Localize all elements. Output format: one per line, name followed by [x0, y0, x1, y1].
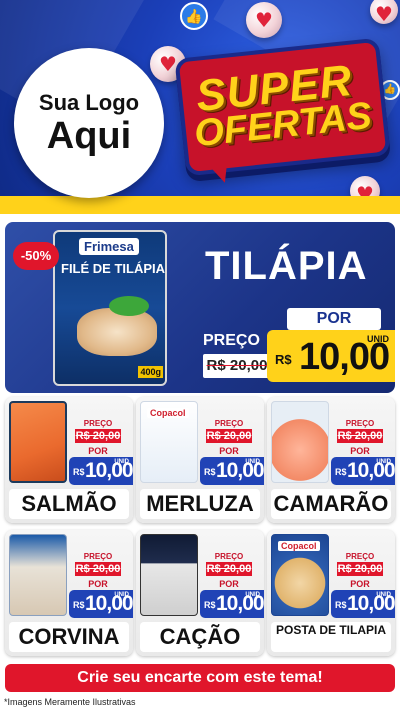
por-label: POR	[350, 446, 370, 456]
unit: UNID	[376, 459, 391, 465]
featured-currency: R$	[275, 352, 292, 367]
price-label: PREÇO	[83, 419, 113, 428]
unit: UNID	[114, 592, 129, 598]
new-price-block: R$ 10,00 UNID	[200, 457, 264, 485]
price-label: PREÇO	[214, 419, 244, 428]
currency: R$	[73, 467, 85, 477]
product-card-merluza[interactable]: Copacol PREÇO R$ 20,00 POR R$ 10,00 UNID…	[136, 397, 264, 523]
product-image: Copacol	[140, 401, 198, 483]
package-weight: 400g	[138, 366, 163, 378]
heart-icon	[246, 2, 282, 38]
product-card-corvina[interactable]: PREÇO R$ 20,00 POR R$ 10,00 UNID CORVINA	[5, 530, 133, 656]
yellow-band	[0, 196, 400, 214]
por-label: POR	[350, 579, 370, 589]
featured-price-label: PREÇO	[203, 332, 260, 349]
old-price: R$ 20,00	[206, 562, 252, 576]
product-card-salmao[interactable]: PREÇO R$ 20,00 POR R$ 10,00 UNID SALMÃO	[5, 397, 133, 523]
new-price-block: R$ 10,00 UNID	[69, 590, 133, 618]
featured-product-card[interactable]: Frimesa FILÉ DE TILÁPIA 400g -50% TILÁPI…	[5, 222, 395, 393]
old-price: R$ 20,00	[206, 429, 252, 443]
product-name: MERLUZA	[140, 489, 260, 519]
heart-icon	[370, 0, 398, 24]
unit: UNID	[245, 592, 260, 598]
featured-por-label: POR	[287, 308, 381, 330]
currency: R$	[335, 467, 347, 477]
product-image	[271, 401, 329, 483]
old-price: R$ 20,00	[337, 429, 383, 443]
price-label: PREÇO	[345, 419, 375, 428]
logo-line1: Sua Logo	[38, 90, 140, 115]
old-price: R$ 20,00	[75, 429, 121, 443]
product-name: POSTA DE TILAPIA	[271, 622, 391, 652]
featured-old-price: R$ 20,00	[203, 354, 271, 378]
store-logo-placeholder: Sua Logo Aqui	[14, 48, 164, 198]
create-flyer-button[interactable]: Crie seu encarte com este tema!	[5, 664, 395, 692]
price-label: PREÇO	[83, 552, 113, 561]
featured-new-price-block: R$ 10,00 UNID	[267, 330, 395, 382]
featured-old-price-block: PREÇO R$ 20,00	[201, 332, 273, 382]
discount-badge: -50%	[13, 242, 59, 270]
product-name: CORVINA	[9, 622, 129, 652]
product-name: CAMARÃO	[271, 489, 391, 519]
featured-product-name: TILÁPIA	[205, 244, 368, 288]
garnish-image	[109, 296, 149, 316]
price-label: PREÇO	[214, 552, 244, 561]
package-title: FILÉ DE TILÁPIA	[61, 261, 165, 276]
fish-fillet-image	[77, 308, 157, 356]
product-card-camarao[interactable]: PREÇO R$ 20,00 POR R$ 10,00 UNID CAMARÃO	[267, 397, 395, 523]
disclaimer-text: *Imagens Meramente Ilustrativas	[4, 697, 136, 707]
product-card-cacao[interactable]: PREÇO R$ 20,00 POR R$ 10,00 UNID CAÇÃO	[136, 530, 264, 656]
product-image	[140, 534, 198, 616]
price-label: PREÇO	[345, 552, 375, 561]
featured-unit: UNID	[367, 334, 389, 344]
old-price: R$ 20,00	[75, 562, 121, 576]
product-image	[9, 401, 67, 483]
logo-line2: Aqui	[46, 115, 132, 157]
product-brand: Copacol	[147, 408, 189, 418]
unit: UNID	[376, 592, 391, 598]
new-price-block: R$ 10,00 UNID	[331, 457, 395, 485]
product-name: CAÇÃO	[140, 622, 260, 652]
new-price-block: R$ 10,00 UNID	[69, 457, 133, 485]
currency: R$	[73, 600, 85, 610]
currency: R$	[335, 600, 347, 610]
currency: R$	[204, 467, 216, 477]
product-name: SALMÃO	[9, 489, 129, 519]
unit: UNID	[114, 459, 129, 465]
product-image: Copacol	[271, 534, 329, 616]
currency: R$	[204, 600, 216, 610]
unit: UNID	[245, 459, 260, 465]
product-image	[9, 534, 67, 616]
like-icon: 👍	[180, 2, 208, 30]
por-label: POR	[88, 579, 108, 589]
por-label: POR	[219, 446, 239, 456]
old-price: R$ 20,00	[337, 562, 383, 576]
new-price-block: R$ 10,00 UNID	[200, 590, 264, 618]
product-card-posta-de-tilapia[interactable]: Copacol PREÇO R$ 20,00 POR R$ 10,00 UNID…	[267, 530, 395, 656]
product-brand: Copacol	[278, 541, 320, 551]
package-brand: Frimesa	[79, 238, 139, 255]
por-label: POR	[88, 446, 108, 456]
featured-product-image: Frimesa FILÉ DE TILÁPIA 400g	[53, 230, 167, 386]
por-label: POR	[219, 579, 239, 589]
new-price-block: R$ 10,00 UNID	[331, 590, 395, 618]
